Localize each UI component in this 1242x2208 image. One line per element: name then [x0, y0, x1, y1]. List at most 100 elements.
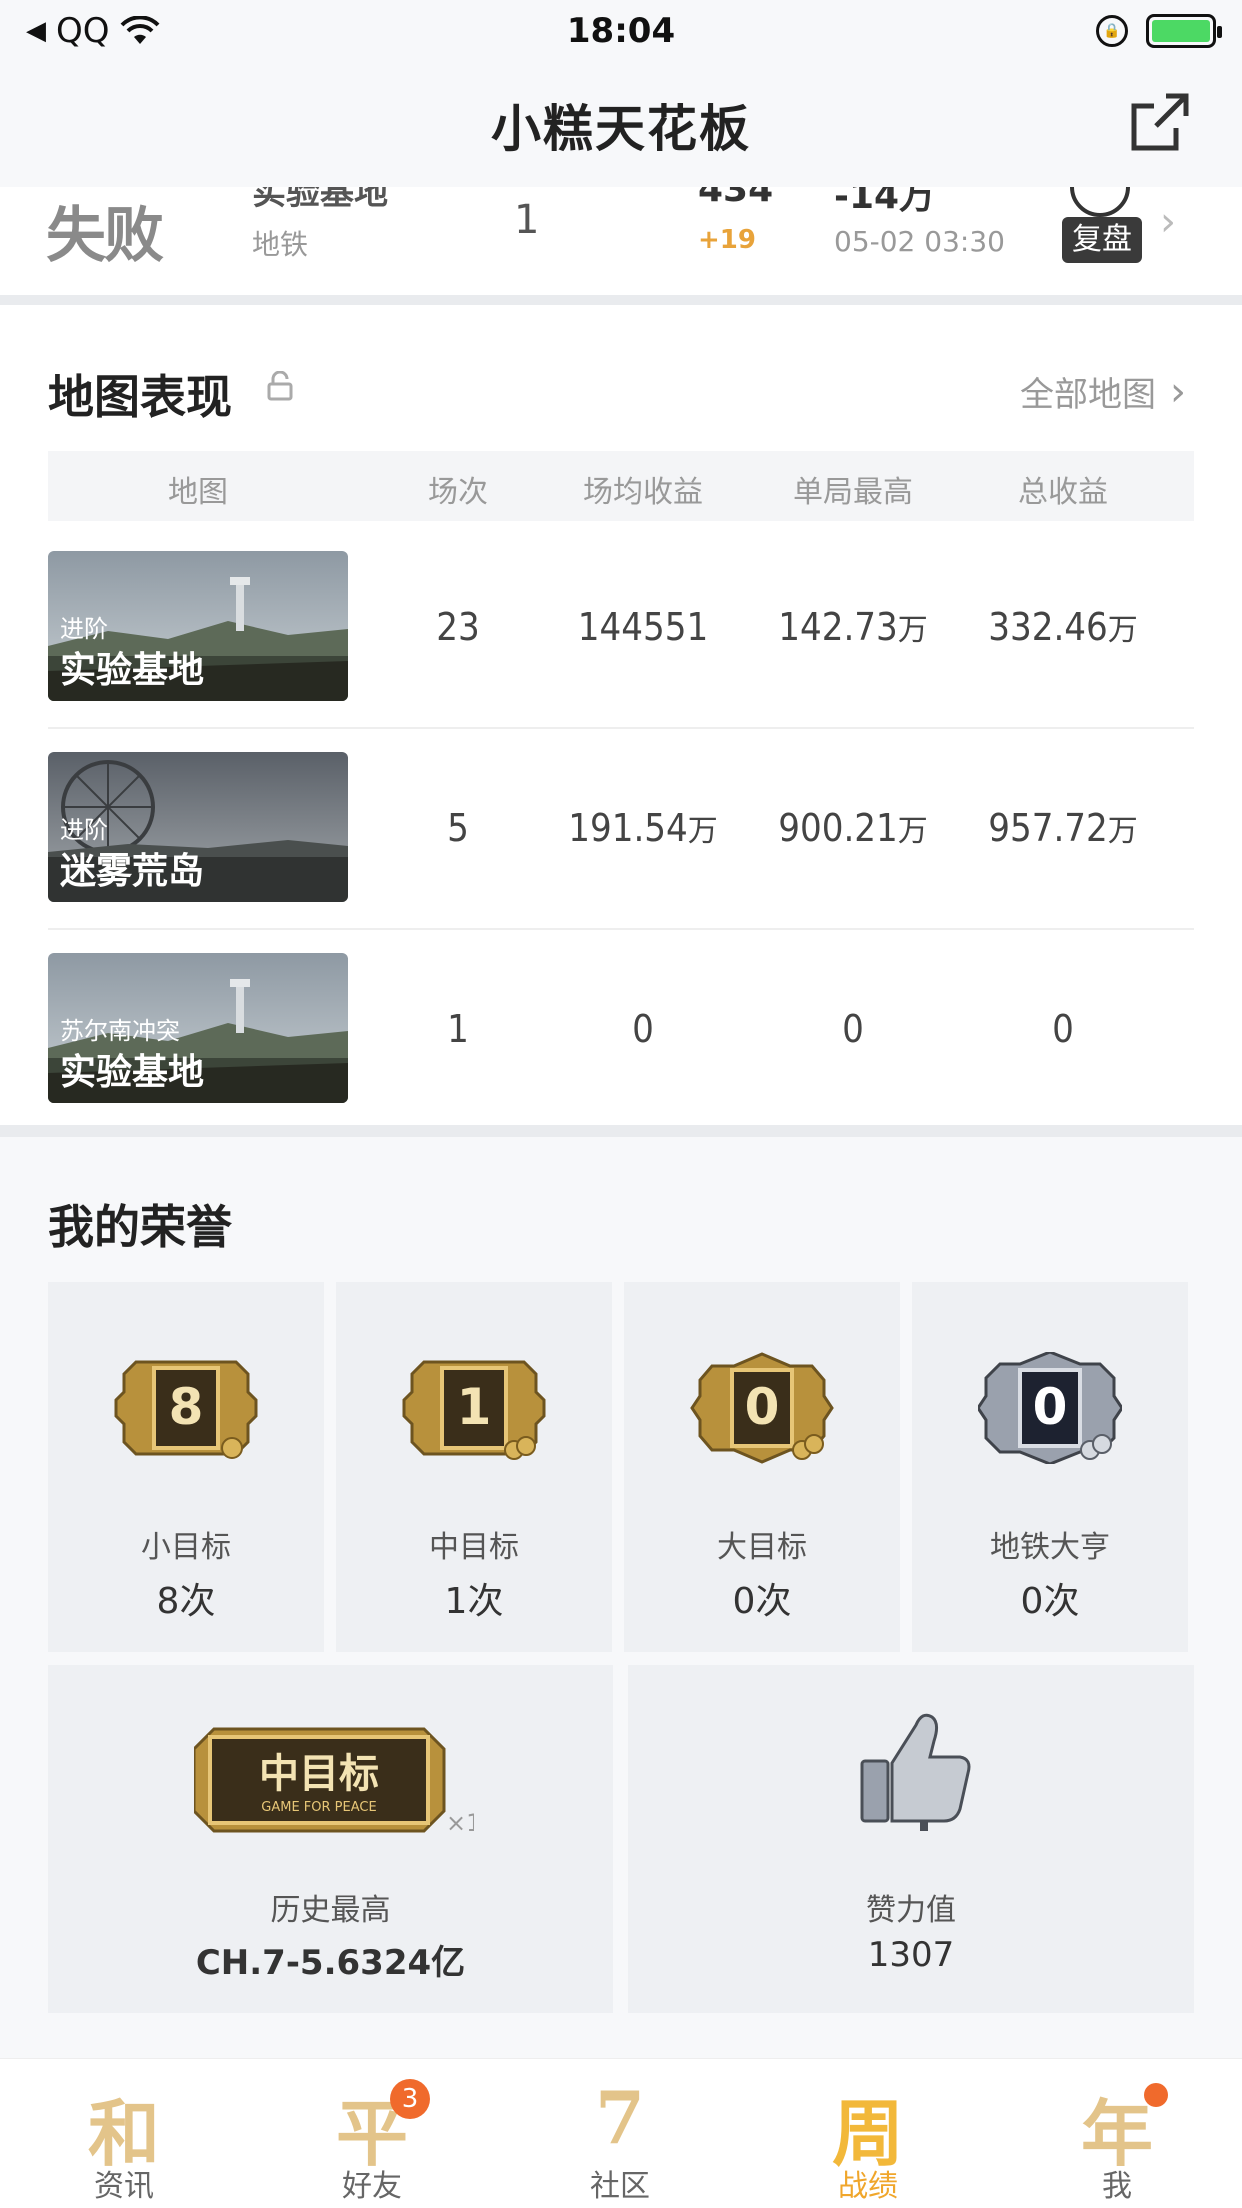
tab-label: 社区 — [590, 2169, 650, 2204]
chevron-right-icon: › — [1170, 368, 1186, 415]
tab-community[interactable]: 7 社区 — [496, 2059, 744, 2208]
community-tab-icon: 7 — [594, 2075, 646, 2160]
likes-card[interactable]: 赞力值 1307 — [628, 1665, 1194, 2013]
tab-friends[interactable]: 平 3 好友 — [248, 2059, 496, 2208]
tab-records[interactable]: 周 战绩 — [744, 2059, 992, 2208]
honor-card-small-goal[interactable]: 8 小目标 8次 — [48, 1282, 324, 1652]
tab-label: 我 — [1102, 2169, 1132, 2204]
map-performance-section: 地图表现 全部地图 › 地图 场次 场均收益 单局最高 总收益 进阶 实验基地 — [0, 305, 1242, 1131]
match-map-name: 实验基地 — [252, 187, 388, 213]
best-income-cell: 142.73万 — [778, 605, 928, 649]
map-mode-label: 进阶 — [60, 816, 108, 844]
honor-name: 大目标 — [717, 1530, 807, 1565]
bottom-tab-bar: 和 资讯 平 3 好友 7 社区 周 战绩 年 我 — [0, 2058, 1242, 2208]
avg-income-cell: 0 — [632, 1007, 654, 1051]
replay-icon — [1070, 187, 1130, 217]
history-best-card[interactable]: 中目标 GAME FOR PEACE ×1 历史最高 CH.7-5.6324亿 — [48, 1665, 613, 2013]
match-time: 05-02 03:30 — [834, 225, 1005, 258]
honor-name: 小目标 — [141, 1530, 231, 1565]
match-score-delta: +19 — [698, 225, 756, 255]
honor-name: 中目标 — [429, 1530, 519, 1565]
tab-me[interactable]: 年 我 — [992, 2059, 1242, 2208]
honor-count: 0次 — [732, 1581, 792, 1622]
all-maps-link[interactable]: 全部地图 › — [1020, 367, 1186, 416]
total-income-cell: 0 — [1052, 1007, 1074, 1051]
map-name-label: 实验基地 — [60, 1052, 205, 1093]
map-mode-label: 苏尔南冲突 — [60, 1017, 180, 1045]
back-arrow-icon[interactable]: ◀ — [26, 16, 46, 46]
recent-match-row[interactable]: 失败 实验基地 地铁 1 434 +19 -14万 05-02 03:30 复盘… — [0, 187, 1242, 295]
likes-label: 赞力值 — [866, 1893, 956, 1928]
metro-tycoon-badge-icon: 0 — [978, 1352, 1122, 1464]
honor-card-mid-goal[interactable]: 1 中目标 1次 — [336, 1282, 612, 1652]
best-income-cell: 900.21万 — [778, 806, 928, 850]
avg-income-cell: 144551 — [577, 605, 709, 649]
nav-bar: 小糕天花板 — [0, 62, 1242, 187]
status-right: 🔒 — [1096, 14, 1222, 48]
honor-card-big-goal[interactable]: 0 大目标 0次 — [624, 1282, 900, 1652]
match-mode: 地铁 — [252, 228, 309, 261]
honor-count: 0次 — [1020, 1581, 1080, 1622]
table-row[interactable]: 苏尔南冲突 实验基地 1 0 0 0 — [48, 931, 1194, 1131]
avg-income-cell: 191.54万 — [568, 806, 718, 850]
match-income: -14万 — [834, 187, 936, 217]
svg-text:中目标: 中目标 — [259, 1751, 379, 1797]
big-goal-badge-icon: 0 — [690, 1352, 834, 1464]
best-income-cell: 0 — [842, 1007, 864, 1051]
replay-button[interactable]: 复盘 — [1062, 217, 1142, 263]
tab-news[interactable]: 和 资讯 — [0, 2059, 248, 2208]
map-mode-label: 进阶 — [60, 615, 108, 643]
matches-cell: 1 — [447, 1007, 469, 1051]
honor-count: 8次 — [156, 1581, 216, 1622]
honors-section: 我的荣誉 8 小目标 8次 1 中目标 1次 0 大目标 0次 0 地铁大亨 0… — [0, 1137, 1242, 2057]
page-title: 小糕天花板 — [491, 99, 751, 158]
map-thumbnail: 进阶 实验基地 — [48, 551, 348, 701]
map-name-label: 迷雾荒岛 — [60, 851, 205, 892]
likes-value: 1307 — [867, 1935, 955, 1975]
history-best-label: 历史最高 — [270, 1893, 391, 1928]
notification-dot — [1144, 2083, 1168, 2107]
battery-icon — [1146, 14, 1222, 48]
table-row[interactable]: 进阶 实验基地 23 144551 142.73万 332.46万 — [48, 529, 1194, 729]
status-bar: ◀ QQ 18:04 🔒 — [0, 0, 1242, 62]
map-name-label: 实验基地 — [60, 650, 205, 691]
history-best-badge-icon: 中目标 GAME FOR PEACE ×1 — [194, 1727, 474, 1837]
match-rank: 1 — [514, 197, 540, 243]
honor-count: 1次 — [444, 1581, 504, 1622]
column-header: 地图 — [168, 475, 228, 510]
column-header: 单局最高 — [793, 475, 913, 510]
rotation-lock-icon: 🔒 — [1096, 15, 1128, 47]
thumbs-up-icon — [860, 1713, 971, 1831]
honor-name: 地铁大亨 — [990, 1530, 1110, 1565]
table-header: 地图 场次 场均收益 单局最高 总收益 — [48, 451, 1194, 521]
tab-label: 战绩 — [838, 2169, 898, 2204]
honor-card-metro-tycoon[interactable]: 0 地铁大亨 0次 — [912, 1282, 1188, 1652]
mid-goal-badge-icon: 1 — [402, 1360, 546, 1460]
carrier-label: QQ — [56, 11, 110, 51]
column-header: 总收益 — [1018, 475, 1108, 510]
svg-text:0: 0 — [745, 1378, 780, 1436]
svg-text:8: 8 — [169, 1378, 204, 1436]
tab-label: 资讯 — [94, 2169, 154, 2204]
share-icon[interactable] — [1126, 90, 1192, 156]
notification-badge: 3 — [390, 2079, 430, 2119]
history-best-value: CH.7-5.6324亿 — [195, 1943, 466, 1983]
svg-text:×1: ×1 — [446, 1809, 474, 1837]
lock-icon[interactable] — [266, 371, 294, 401]
status-left: ◀ QQ — [26, 11, 160, 51]
matches-cell: 5 — [447, 806, 469, 850]
match-result: 失败 — [46, 201, 164, 271]
honors-title: 我的荣誉 — [48, 1200, 232, 1254]
column-header: 场次 — [428, 475, 488, 510]
status-time: 18:04 — [566, 11, 676, 51]
svg-text:1: 1 — [457, 1378, 492, 1436]
wifi-icon — [120, 16, 159, 44]
total-income-cell: 332.46万 — [988, 605, 1138, 649]
map-thumbnail: 苏尔南冲突 实验基地 — [48, 953, 348, 1103]
matches-cell: 23 — [436, 605, 480, 649]
table-row[interactable]: 进阶 迷雾荒岛 5 191.54万 900.21万 957.72万 — [48, 730, 1194, 930]
all-maps-label: 全部地图 — [1020, 375, 1156, 415]
svg-text:GAME FOR PEACE: GAME FOR PEACE — [261, 1800, 376, 1815]
svg-text:0: 0 — [1033, 1378, 1068, 1436]
column-header: 场均收益 — [583, 475, 703, 510]
